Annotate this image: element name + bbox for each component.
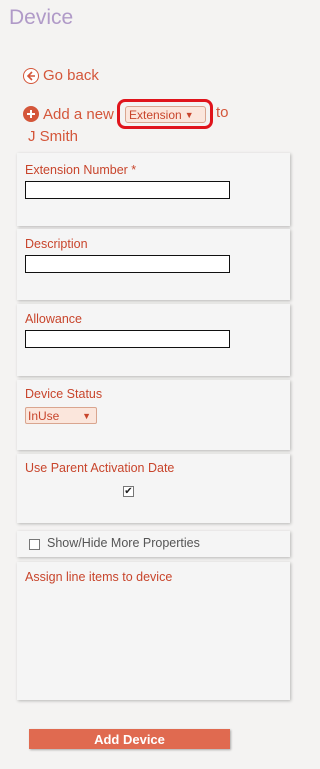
description-input[interactable] — [25, 255, 230, 273]
line-items-label: Assign line items to device — [25, 570, 173, 584]
line-items-card: Assign line items to device — [17, 562, 290, 700]
device-type-dropdown[interactable]: Extension ▼ — [125, 106, 206, 123]
page-title: Device — [9, 6, 74, 29]
go-back-link[interactable]: Go back — [23, 67, 99, 84]
add-device-row: Add a new — [23, 104, 114, 124]
more-properties-label[interactable]: Show/Hide More Properties — [47, 536, 200, 550]
more-properties-card: Show/Hide More Properties — [17, 531, 290, 557]
caret-down-icon: ▼ — [82, 411, 91, 421]
add-device-button[interactable]: Add Device — [29, 729, 230, 749]
use-parent-activation-checkbox[interactable]: ✔ — [123, 486, 134, 497]
device-status-card: Device Status InUse ▼ — [17, 380, 290, 450]
arrow-left-icon — [23, 67, 39, 84]
caret-down-icon: ▼ — [184, 109, 194, 120]
go-back-label: Go back — [43, 67, 99, 84]
device-status-label: Device Status — [25, 387, 103, 401]
extension-number-input[interactable] — [25, 181, 230, 199]
allowance-label: Allowance — [25, 312, 82, 326]
plus-icon — [23, 106, 39, 122]
extension-number-label: Extension Number * — [25, 163, 137, 177]
more-properties-checkbox[interactable] — [29, 539, 40, 550]
add-suffix: to — [216, 104, 229, 121]
description-card: Description — [17, 229, 290, 300]
device-status-selected: InUse — [28, 408, 60, 423]
extension-number-card: Extension Number * — [17, 153, 290, 226]
parent-activation-card: Use Parent Activation Date ✔ — [17, 454, 290, 523]
device-type-selected: Extension — [129, 107, 182, 122]
allowance-card: Allowance — [17, 304, 290, 376]
device-status-dropdown[interactable]: InUse ▼ — [25, 407, 97, 424]
checkmark-icon: ✔ — [124, 486, 133, 497]
owner-name: J Smith — [28, 128, 79, 145]
add-prefix: Add a new — [43, 105, 114, 123]
description-label: Description — [25, 237, 88, 251]
allowance-input[interactable] — [25, 330, 230, 348]
use-parent-activation-label: Use Parent Activation Date — [25, 461, 175, 475]
